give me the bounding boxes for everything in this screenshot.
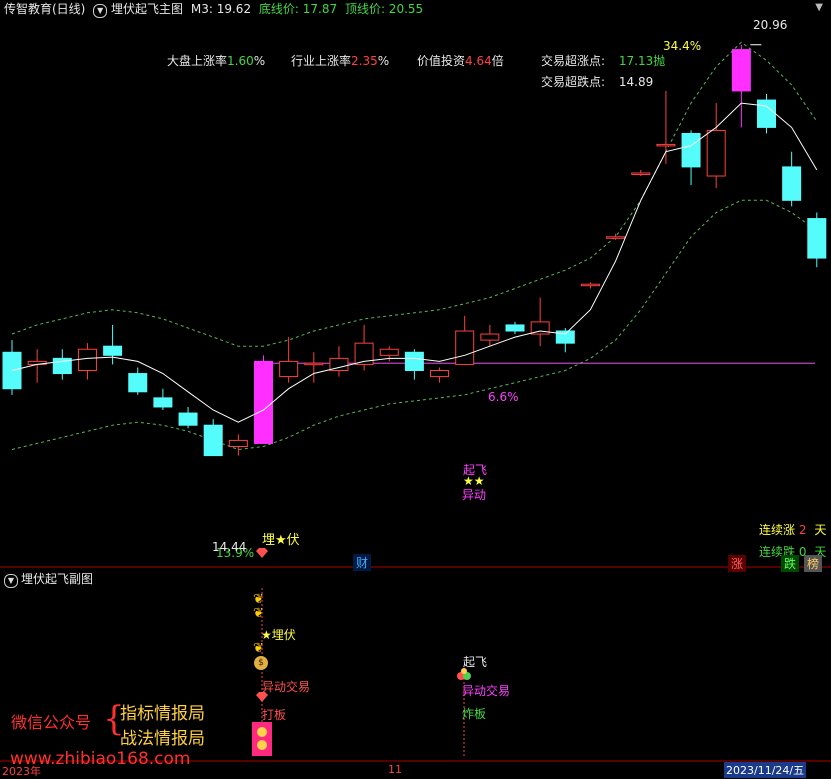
candle-body	[404, 351, 424, 372]
candle-body	[254, 360, 273, 444]
dropdown-icon[interactable]: ▼	[93, 4, 108, 18]
gem-icon	[255, 692, 269, 702]
candle-body	[178, 412, 198, 426]
candle-body	[203, 424, 223, 457]
sub-abnormal-trade-1: 异动交易	[262, 680, 311, 694]
gem-icon	[255, 548, 269, 558]
candle-body	[430, 370, 450, 378]
upper-band-line	[11, 41, 818, 347]
sub-ambush-label: ★埋伏	[261, 628, 296, 642]
wechat-label: 微信公众号	[11, 713, 92, 732]
candle-body	[77, 348, 97, 372]
candle-body	[379, 348, 399, 356]
high-pct-label: 34.4%	[663, 39, 702, 53]
high-price-label: 20.96	[753, 18, 788, 32]
butterfly-icon: ❦	[253, 606, 264, 621]
candle-body	[128, 373, 148, 393]
candle-body	[2, 351, 22, 390]
overbought-info: 交易超涨点: 17.13抛	[541, 54, 666, 68]
candle-body	[656, 143, 676, 147]
chart-header: 传智教育(日线) ▼ 埋伏起飞主图 M3: 19.62 底线价: 17.87 顶…	[4, 1, 423, 18]
stock-title[interactable]: 传智教育(日线)	[4, 2, 85, 16]
candle-body	[304, 362, 324, 366]
industry-rise-info: 行业上涨率2.35%	[291, 54, 390, 68]
candle-body	[706, 129, 726, 177]
fruit-icon	[456, 667, 472, 681]
x-axis-start: 2023年	[2, 765, 41, 778]
abnormal-label: 异动	[462, 488, 487, 502]
brand-1: 指标情报局	[120, 704, 205, 724]
m3-value: M3: 19.62	[190, 2, 252, 16]
low-price-label: 14.44	[212, 540, 247, 554]
top-line-value: 顶线价: 20.55	[344, 2, 424, 16]
candle-body	[782, 166, 802, 201]
candle-body	[103, 345, 123, 356]
market-rise-info: 大盘上涨率1.60%	[167, 54, 266, 68]
brand-2: 战法情报局	[120, 729, 205, 749]
sub-dropdown-icon[interactable]: ▼	[4, 574, 18, 588]
main-chart-panel[interactable]: 传智教育(日线) ▼ 埋伏起飞主图 M3: 19.62 底线价: 17.87 顶…	[0, 0, 831, 572]
sub-chart-header: ▼ 埋伏起飞副图	[4, 571, 93, 588]
consecutive-rise: 连续涨 2 天	[759, 523, 827, 537]
mid-pct-label: 6.6%	[488, 390, 519, 404]
candle-body	[606, 236, 626, 239]
money-bag-icon: $	[254, 656, 268, 670]
butterfly-icon: ❦	[253, 641, 264, 656]
candle-body	[731, 49, 751, 92]
ambush-label: 埋★伏	[262, 533, 300, 548]
candle-body	[480, 333, 500, 341]
coin-icon	[257, 740, 267, 750]
candlestick-chart[interactable]	[0, 0, 831, 568]
main-indicator-name[interactable]: 埋伏起飞主图	[111, 2, 183, 16]
sub-explode-board: 炸板	[462, 707, 487, 721]
x-axis-mid: 11	[388, 763, 402, 776]
value-invest-info: 价值投资4.64倍	[417, 54, 504, 68]
close-window-icon[interactable]: ▼	[815, 2, 823, 13]
candle-body	[279, 360, 299, 378]
candle-body	[580, 283, 600, 287]
candle-body	[631, 172, 651, 175]
candle-body	[153, 397, 173, 408]
candle-body	[681, 132, 701, 168]
candle-body	[757, 99, 776, 128]
candle-body	[455, 330, 475, 365]
butterfly-icon: ❦	[253, 592, 264, 607]
sub-abnormal-trade-2: 异动交易	[462, 684, 511, 698]
sub-bottom-board: 打板	[262, 708, 287, 722]
signal-bar	[252, 722, 272, 756]
sub-chart-panel[interactable]: ▼ 埋伏起飞副图 ❦ ❦ ★埋伏 ❦ $ 异动交易 打板 起飞 异动交易 炸板 微…	[0, 568, 831, 778]
candle-body	[505, 324, 525, 332]
coin-icon	[257, 727, 267, 737]
sub-chart-title[interactable]: 埋伏起飞副图	[21, 572, 93, 586]
candle-body	[228, 439, 248, 447]
lower-band-line	[11, 199, 818, 451]
candle-body	[807, 218, 827, 259]
bottom-line-value: 底线价: 17.87	[258, 2, 338, 16]
oversold-info: 交易超跌点: 14.89	[541, 75, 654, 89]
